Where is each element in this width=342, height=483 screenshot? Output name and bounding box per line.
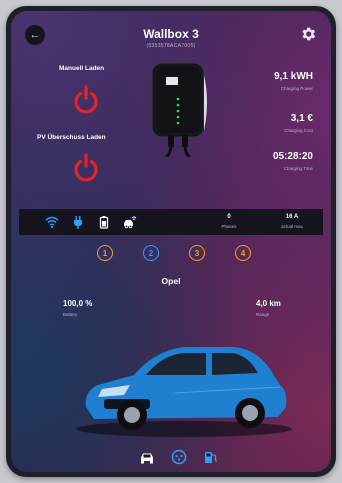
battery-label: Battery <box>63 312 78 317</box>
device-frame: ← Wallbox 3 (0353578ACA7005) Manuell Lad… <box>6 6 336 477</box>
range-stat: 4,0 km Range <box>256 299 281 317</box>
gear-icon[interactable] <box>299 25 317 43</box>
page-title: Wallbox 3 <box>143 27 199 41</box>
actual-max-label: actual max <box>281 224 303 229</box>
power-icon <box>74 153 98 182</box>
charging-time-stat: 05:28:20 Charging Time <box>233 151 313 171</box>
vehicle-tabs: 1 2 3 4 <box>11 245 331 263</box>
battery-stat: 100,0 % Battery <box>63 299 92 317</box>
car-icon[interactable] <box>139 449 155 465</box>
charger-icon[interactable] <box>171 449 187 465</box>
charging-time-label: Charging Time <box>283 166 313 171</box>
phases-value: 0 <box>227 214 231 220</box>
status-bar: 0 Phases 16 A actual max <box>19 209 323 235</box>
vehicle-tab-4[interactable]: 4 <box>235 245 251 261</box>
pv-charge-power-button[interactable] <box>71 152 101 182</box>
vehicle-tab-1[interactable]: 1 <box>97 245 113 261</box>
range-value: 4,0 km <box>256 299 281 308</box>
vehicle-tab-3[interactable]: 3 <box>189 245 205 261</box>
vehicle-tab-2[interactable]: 2 <box>143 245 159 261</box>
car-wifi-icon <box>124 216 137 229</box>
power-icon <box>74 85 98 114</box>
wifi-icon <box>45 216 59 229</box>
page-subtitle: (0353578ACA7005) <box>146 43 196 49</box>
range-label: Range <box>256 312 270 317</box>
fuel-icon[interactable] <box>203 449 219 465</box>
app-screen: ← Wallbox 3 (0353578ACA7005) Manuell Lad… <box>11 11 331 472</box>
charging-power-label: Charging Power <box>280 86 313 91</box>
pv-charge-label: PV Überschuss Laden <box>37 134 106 141</box>
bottom-nav <box>11 449 331 467</box>
phases-label: Phases <box>221 224 237 229</box>
car-image <box>76 347 292 437</box>
charging-power-value: 9,1 kWH <box>274 71 313 82</box>
battery-icon <box>99 216 109 229</box>
manual-charge-label: Manuell Laden <box>59 65 105 72</box>
wallbox-image <box>151 62 207 157</box>
charging-cost-label: Charging Cost <box>284 128 313 133</box>
charging-time-value: 05:28:20 <box>272 151 313 162</box>
actual-max-value: 16 A <box>285 214 299 220</box>
battery-value: 100,0 % <box>63 299 93 308</box>
charging-cost-stat: 3,1 € Charging Cost <box>233 113 313 133</box>
charging-power-stat: 9,1 kWH Charging Power <box>233 71 313 91</box>
vehicle-name: Opel <box>161 276 181 286</box>
charging-cost-value: 3,1 € <box>290 113 313 124</box>
manual-charge-power-button[interactable] <box>71 84 101 114</box>
plug-icon <box>74 216 82 229</box>
